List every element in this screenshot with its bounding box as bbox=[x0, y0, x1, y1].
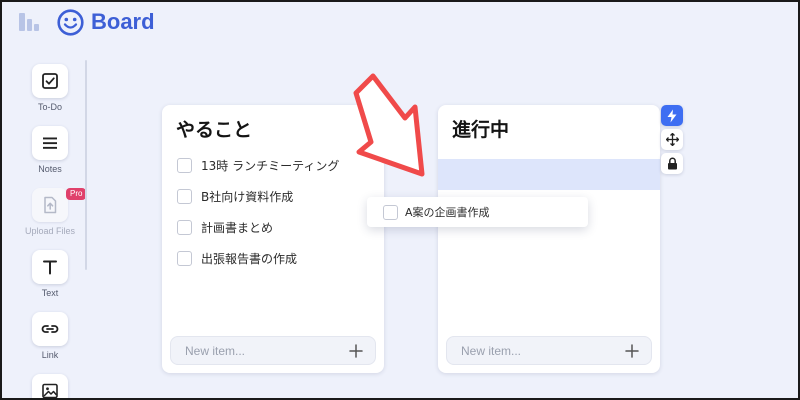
brand-title: Board bbox=[91, 9, 155, 34]
link-icon bbox=[41, 325, 59, 333]
item-text: 出張報告書の作成 bbox=[201, 251, 298, 266]
list-item[interactable]: 13時 ランチミーティング bbox=[177, 155, 339, 175]
in-progress-column[interactable]: 進行中 bbox=[438, 105, 660, 373]
sidebar-item-label: Upload Files bbox=[24, 226, 76, 236]
lock-button[interactable] bbox=[661, 153, 683, 174]
layout-icon[interactable] bbox=[19, 13, 39, 31]
item-text: B社向け資料作成 bbox=[201, 189, 294, 204]
annotation-arrow-icon bbox=[353, 73, 425, 177]
board-canvas: Board To-Do Notes Upload Files Pro Text … bbox=[0, 0, 800, 400]
file-upload-icon bbox=[44, 196, 57, 214]
list-item[interactable]: 出張報告書の作成 bbox=[177, 248, 297, 268]
link-button[interactable] bbox=[32, 312, 68, 346]
sidebar-item-label: Text bbox=[41, 288, 59, 298]
image-icon bbox=[42, 383, 58, 398]
list-item[interactable]: 計画書まとめ bbox=[177, 217, 273, 237]
new-item-input[interactable] bbox=[185, 342, 345, 360]
notes-button[interactable] bbox=[32, 126, 68, 160]
sidebar-divider bbox=[85, 60, 87, 270]
new-item-field[interactable] bbox=[170, 336, 376, 365]
smiley-icon bbox=[57, 9, 84, 36]
sidebar-item-link[interactable]: Link bbox=[20, 312, 80, 360]
new-item-field[interactable] bbox=[446, 336, 652, 365]
upload-files-button[interactable] bbox=[32, 188, 68, 222]
plus-icon bbox=[349, 344, 363, 358]
sidebar-item-todo[interactable]: To-Do bbox=[20, 64, 80, 112]
image-button[interactable] bbox=[32, 374, 68, 398]
column-toolbar bbox=[661, 105, 685, 177]
item-checkbox[interactable] bbox=[177, 157, 192, 173]
item-checkbox[interactable] bbox=[177, 250, 192, 266]
lightning-button[interactable] bbox=[661, 105, 683, 126]
item-checkbox[interactable] bbox=[177, 188, 192, 204]
sidebar-item-label: Notes bbox=[38, 164, 62, 174]
header: Board bbox=[2, 2, 798, 42]
sidebar-item-upload-files[interactable]: Upload Files Pro bbox=[20, 188, 87, 236]
text-t-icon bbox=[43, 260, 57, 275]
plus-icon bbox=[625, 344, 639, 358]
lock-icon bbox=[667, 157, 677, 170]
todo-button[interactable] bbox=[32, 64, 68, 98]
lightning-icon bbox=[667, 109, 677, 122]
drop-zone-highlight bbox=[438, 159, 660, 190]
text-button[interactable] bbox=[32, 250, 68, 284]
sidebar-item-label: Link bbox=[41, 350, 59, 360]
checkbox-icon bbox=[42, 73, 58, 89]
sidebar-item-text[interactable]: Text bbox=[20, 250, 80, 298]
move-button[interactable] bbox=[661, 129, 683, 150]
item-checkbox[interactable] bbox=[177, 219, 192, 235]
sidebar-item-notes[interactable]: Notes bbox=[20, 126, 80, 174]
column-title: 進行中 bbox=[452, 119, 510, 141]
item-checkbox[interactable] bbox=[383, 204, 398, 220]
item-text: 13時 ランチミーティング bbox=[201, 158, 340, 173]
column-title: やること bbox=[176, 119, 253, 141]
sidebar-item-image[interactable] bbox=[20, 374, 80, 398]
add-item-button[interactable] bbox=[623, 342, 641, 360]
sidebar-item-label: To-Do bbox=[37, 102, 62, 112]
list-item[interactable]: B社向け資料作成 bbox=[177, 186, 293, 206]
sidebar: To-Do Notes Upload Files Pro Text Link bbox=[12, 60, 88, 398]
pro-badge: Pro bbox=[66, 188, 87, 200]
item-text: 計画書まとめ bbox=[201, 220, 274, 235]
menu-lines-icon bbox=[43, 137, 57, 149]
new-item-input[interactable] bbox=[461, 342, 621, 360]
dragging-card[interactable]: A案の企画書作成 bbox=[367, 197, 588, 227]
item-text: A案の企画書作成 bbox=[405, 206, 490, 219]
add-item-button[interactable] bbox=[347, 342, 365, 360]
move-icon bbox=[665, 133, 679, 146]
